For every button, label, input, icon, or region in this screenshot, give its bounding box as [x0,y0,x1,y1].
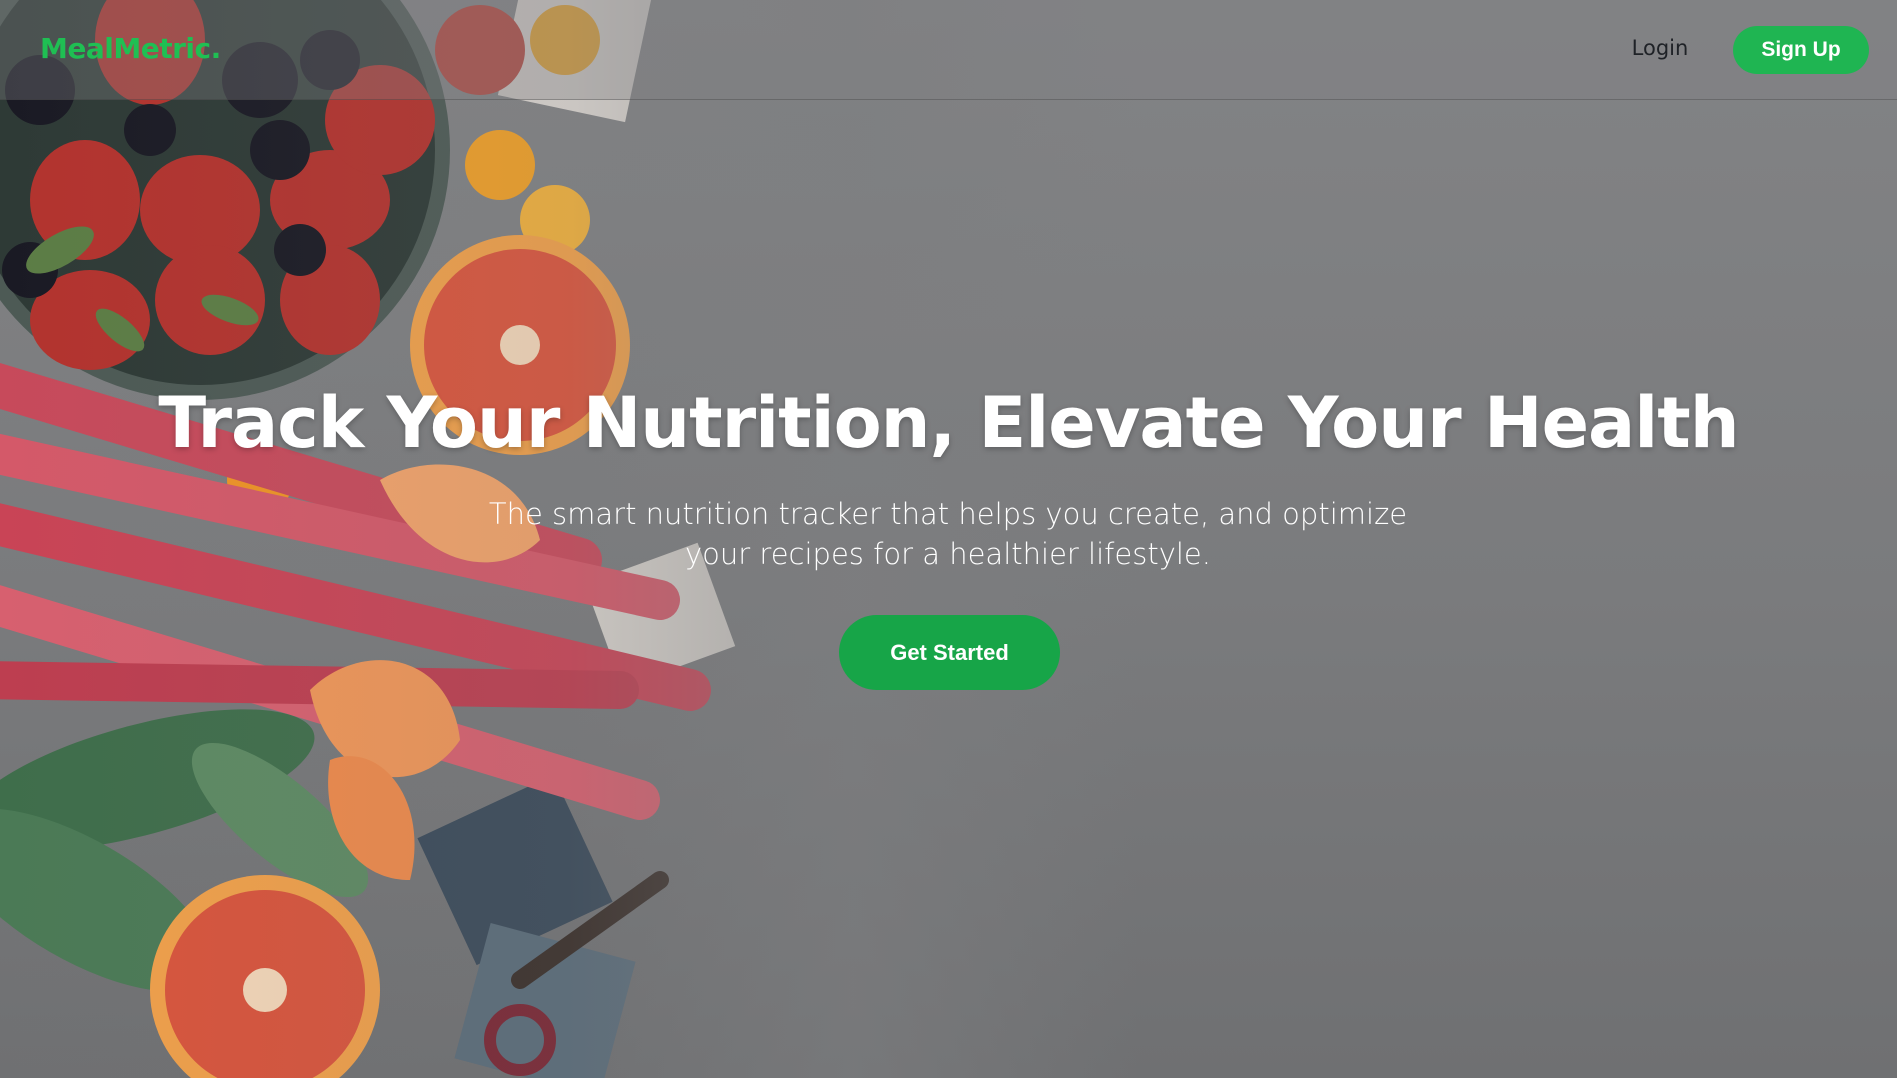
login-link[interactable]: Login [1620,36,1700,60]
hero-subtitle-line-2: your recipes for a healthier lifestyle. [685,537,1211,571]
hero-subtitle: The smart nutrition tracker that helps y… [448,494,1448,574]
brand-logo[interactable]: MealMetric. [40,32,221,65]
signup-button[interactable]: Sign Up [1733,26,1869,74]
get-started-button[interactable]: Get Started [839,615,1060,690]
hero-headline: Track Your Nutrition, Elevate Your Healt… [158,382,1739,464]
hero-subtitle-line-1: The smart nutrition tracker that helps y… [488,497,1408,531]
top-navbar: MealMetric. Login Sign Up [0,0,1897,100]
